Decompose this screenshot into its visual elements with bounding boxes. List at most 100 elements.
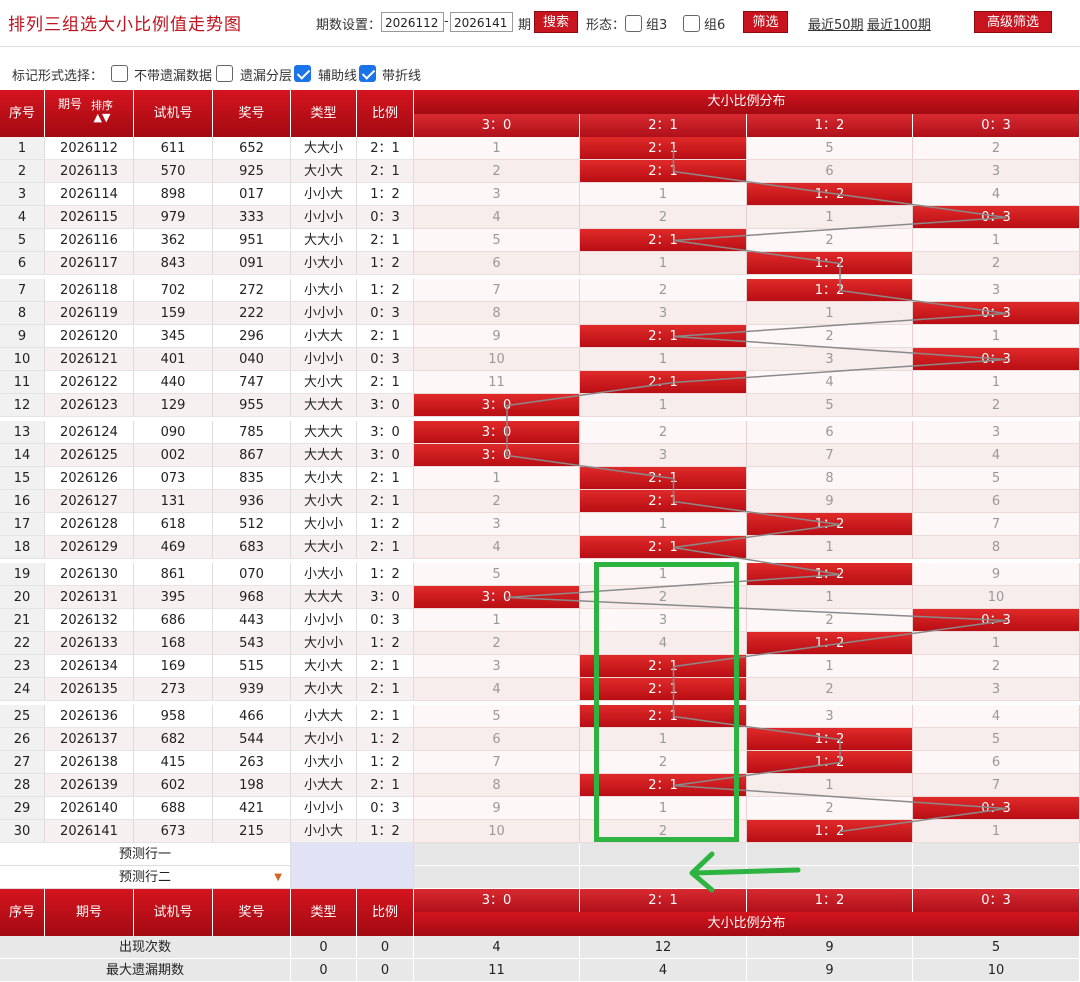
predict-cell[interactable] [414, 866, 580, 889]
predict-cell[interactable] [913, 866, 1080, 889]
omission-cell: 1 [580, 728, 747, 751]
trend-hit-cell: 2：1 [580, 371, 747, 394]
polyline-checkbox[interactable] [359, 65, 376, 82]
row-ratio: 2：1 [357, 160, 414, 183]
omission-cell: 2 [913, 655, 1080, 678]
predict-row-one[interactable]: 预测行一 [0, 843, 291, 866]
row-trial: 090 [134, 421, 213, 444]
period-from-input[interactable]: 2026112 [381, 12, 444, 32]
predict-row-two[interactable]: 预测行二 ▼ [0, 866, 291, 889]
omission-cell: 2 [414, 160, 580, 183]
row-ratio: 1：2 [357, 252, 414, 275]
omission-cell: 1 [747, 206, 913, 229]
omission-cell: 1 [580, 394, 747, 417]
group6-checkbox[interactable] [683, 15, 700, 32]
no-omission-label: 不带遗漏数据 [134, 69, 213, 84]
omission-cell: 2 [580, 279, 747, 302]
omission-cell: 5 [913, 728, 1080, 751]
row-ratio: 1：2 [357, 728, 414, 751]
trend-hit-cell: 2：1 [580, 137, 747, 160]
filter-button[interactable]: 筛选 [743, 11, 788, 33]
recent-50-link[interactable]: 最近50期 [808, 14, 864, 33]
no-omission-checkbox[interactable] [111, 65, 128, 82]
trend-hit-cell: 1：2 [747, 252, 913, 275]
row-seq: 20 [0, 586, 45, 609]
row-ratio: 0：3 [357, 206, 414, 229]
row-prize: 939 [213, 678, 291, 701]
row-issue: 2026130 [45, 563, 134, 586]
row-type: 大大大 [291, 586, 357, 609]
row-seq: 29 [0, 797, 45, 820]
footer-ratio-col-0: 3：0 [414, 889, 580, 912]
omission-layer-checkbox[interactable] [216, 65, 233, 82]
omission-cell: 2 [747, 678, 913, 701]
footer-ratio: 比例 [357, 889, 414, 936]
row-ratio: 3：0 [357, 586, 414, 609]
omission-cell: 4 [414, 678, 580, 701]
omission-cell: 9 [414, 325, 580, 348]
row-issue: 2026133 [45, 632, 134, 655]
header-ratio-col-0: 3：0 [414, 114, 580, 137]
row-type: 大小大 [291, 490, 357, 513]
trend-hit-cell: 1：2 [747, 279, 913, 302]
period-to-input[interactable]: 2026141 [450, 12, 513, 32]
omission-cell: 3 [913, 279, 1080, 302]
row-prize: 443 [213, 609, 291, 632]
omission-cell: 1 [913, 371, 1080, 394]
omission-cell: 2 [913, 137, 1080, 160]
stat-value: 5 [913, 936, 1080, 959]
row-seq: 1 [0, 137, 45, 160]
row-ratio: 0：3 [357, 348, 414, 371]
predict-cell[interactable] [913, 843, 1080, 866]
row-seq: 17 [0, 513, 45, 536]
omission-cell: 6 [747, 421, 913, 444]
guide-line-checkbox[interactable] [294, 65, 311, 82]
green-arrow-icon [689, 851, 801, 893]
omission-cell: 2 [747, 325, 913, 348]
advanced-filter-button[interactable]: 高级筛选 [974, 11, 1052, 33]
row-trial: 702 [134, 279, 213, 302]
group3-checkbox[interactable] [625, 15, 642, 32]
mark-options-bar: 标记形式选择： 不带遗漏数据 遗漏分层 辅助线 带折线 [0, 60, 1080, 88]
row-type: 小大小 [291, 563, 357, 586]
row-trial: 401 [134, 348, 213, 371]
omission-cell: 2 [580, 751, 747, 774]
row-type: 大大大 [291, 444, 357, 467]
polyline-label: 带折线 [382, 69, 422, 84]
row-ratio: 2：1 [357, 678, 414, 701]
row-trial: 898 [134, 183, 213, 206]
row-type: 大小大 [291, 655, 357, 678]
row-issue: 2026134 [45, 655, 134, 678]
sort-toggle[interactable]: 排序 ▲▼ [91, 100, 113, 124]
row-ratio: 1：2 [357, 183, 414, 206]
row-prize: 421 [213, 797, 291, 820]
footer-issue: 期号 [45, 889, 134, 936]
omission-cell: 3 [747, 705, 913, 728]
predict-cell[interactable] [414, 843, 580, 866]
recent-100-link[interactable]: 最近100期 [867, 14, 931, 33]
row-prize: 215 [213, 820, 291, 843]
period-dash: - [444, 14, 449, 29]
stat-type: 0 [291, 959, 357, 982]
predict-input-area[interactable] [291, 843, 414, 889]
row-ratio: 2：1 [357, 655, 414, 678]
row-type: 小大小 [291, 279, 357, 302]
row-issue: 2026136 [45, 705, 134, 728]
row-issue: 2026132 [45, 609, 134, 632]
stat-ratio: 0 [357, 959, 414, 982]
footer-ratio-col-3: 0：3 [913, 889, 1080, 912]
sort-arrows-icon: ▲▼ [93, 111, 111, 124]
trend-hit-cell: 1：2 [747, 820, 913, 843]
row-ratio: 0：3 [357, 302, 414, 325]
row-ratio: 2：1 [357, 137, 414, 160]
row-issue: 2026138 [45, 751, 134, 774]
omission-cell: 9 [747, 490, 913, 513]
expand-arrow-icon[interactable]: ▼ [274, 866, 282, 888]
search-button[interactable]: 搜索 [534, 11, 578, 33]
stat-value: 11 [414, 959, 580, 982]
omission-cell: 5 [414, 705, 580, 728]
omission-cell: 4 [414, 536, 580, 559]
trend-hit-cell: 1：2 [747, 183, 913, 206]
row-type: 小大大 [291, 325, 357, 348]
trend-hit-cell: 1：2 [747, 513, 913, 536]
